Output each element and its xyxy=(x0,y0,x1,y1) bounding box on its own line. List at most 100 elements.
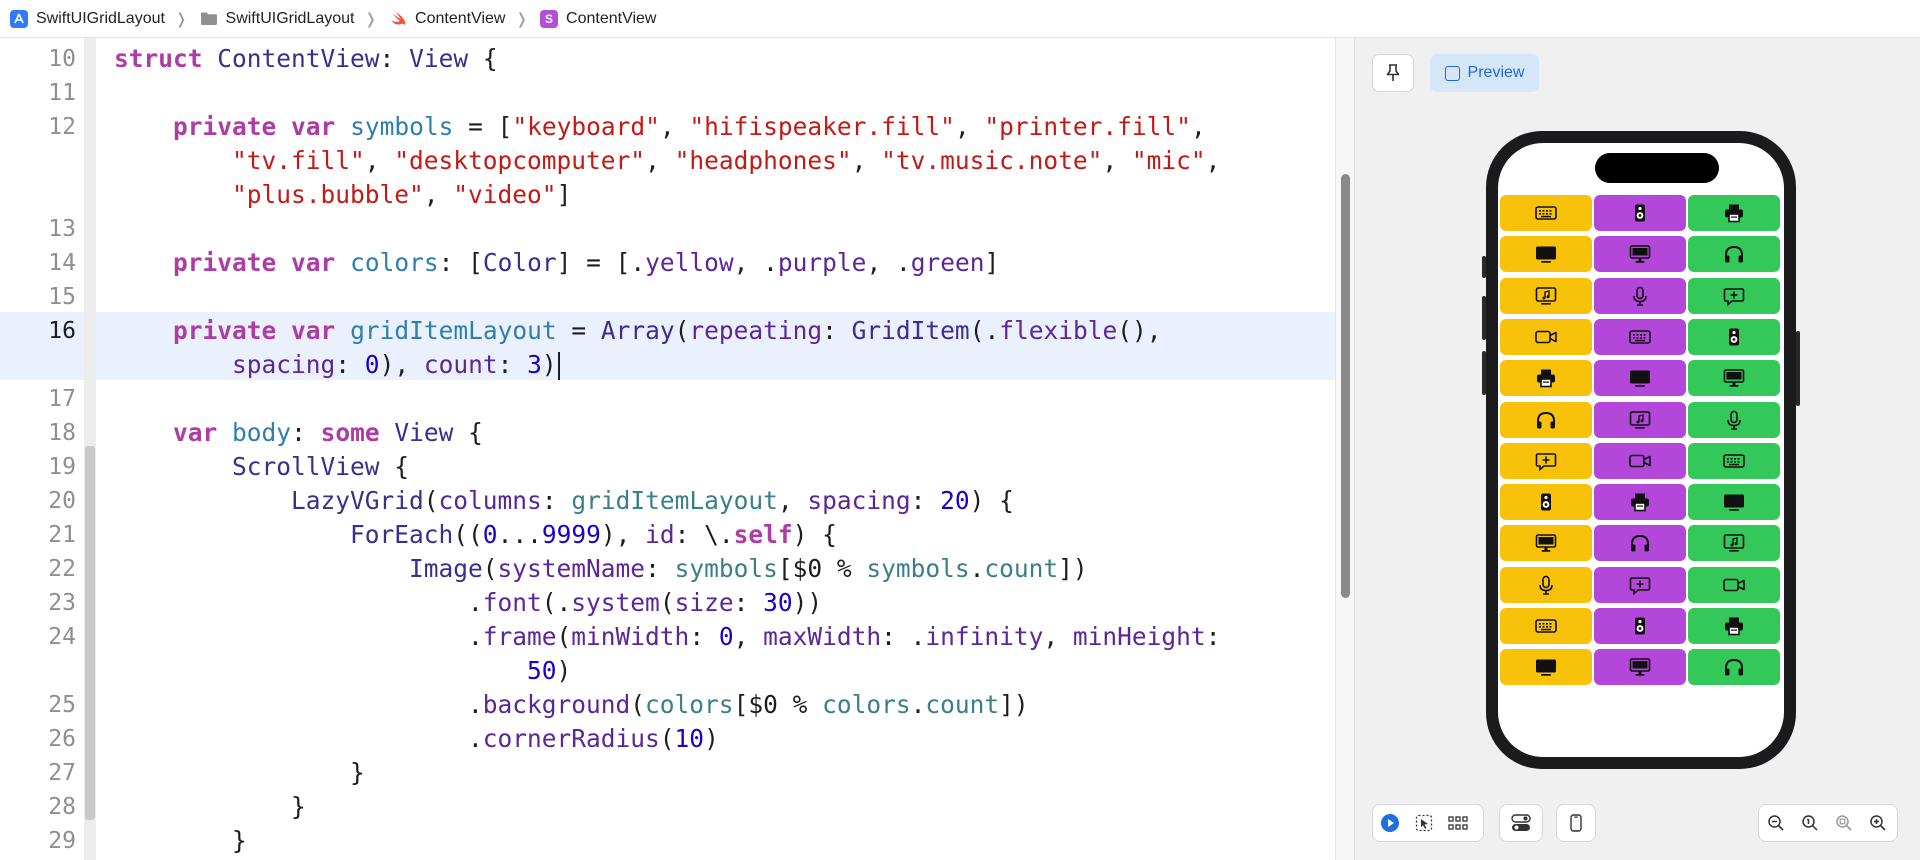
code-line[interactable]: "tv.fill", "desktopcomputer", "headphone… xyxy=(0,144,1335,178)
breadcrumb-label: SwiftUIGridLayout xyxy=(36,9,165,27)
line-number: 20 xyxy=(48,488,76,514)
tv-music-note-icon xyxy=(1535,286,1557,305)
device-settings-button[interactable] xyxy=(1500,804,1542,842)
grid-cell xyxy=(1594,236,1686,273)
code-line[interactable]: 12 private var symbols = ["keyboard", "h… xyxy=(0,110,1335,144)
iphone-icon xyxy=(1570,814,1582,832)
code-line[interactable]: 18 var body: some View { xyxy=(0,416,1335,450)
breadcrumb-item-file[interactable]: ContentView xyxy=(389,10,505,28)
video-icon xyxy=(1629,454,1651,468)
zoom-out-button[interactable] xyxy=(1759,804,1793,842)
code-line[interactable]: 10 struct ContentView: View { xyxy=(0,42,1335,76)
code-line[interactable]: 24 .frame(minWidth: 0, maxWidth: .infini… xyxy=(0,620,1335,654)
code-line[interactable]: 11 xyxy=(0,76,1335,110)
preview-label: Preview xyxy=(1467,64,1525,81)
device-picker-button[interactable] xyxy=(1557,804,1595,842)
zoom-actual-size-button[interactable] xyxy=(1793,804,1827,842)
struct-symbol-icon: S xyxy=(540,9,559,28)
code-line[interactable]: 14 private var colors: [Color] = [.yello… xyxy=(0,246,1335,280)
grid-cell xyxy=(1500,525,1592,562)
text-caret xyxy=(557,352,560,380)
video-icon xyxy=(1535,330,1557,344)
tv-fill-icon xyxy=(1536,659,1556,677)
grid-cell xyxy=(1500,484,1592,521)
grid-cell xyxy=(1594,649,1686,686)
desktopcomputer-icon xyxy=(1629,658,1651,677)
line-number: 22 xyxy=(48,556,76,582)
code-line[interactable]: 26 .cornerRadius(10) xyxy=(0,722,1335,756)
code-line[interactable]: 16 private var gridItemLayout = Array(re… xyxy=(0,314,1335,348)
breadcrumb-item-project[interactable]: SwiftUIGridLayout xyxy=(10,9,165,28)
zoom-100-icon xyxy=(1802,815,1818,831)
tv-fill-icon xyxy=(1724,494,1744,511)
code-line[interactable]: 22 Image(systemName: symbols[$0 % symbol… xyxy=(0,552,1335,586)
grid-cell xyxy=(1500,318,1592,355)
grid-cell xyxy=(1594,442,1686,479)
code-line[interactable]: 29 } xyxy=(0,824,1335,858)
line-number: 21 xyxy=(48,522,76,548)
code-line[interactable]: "plus.bubble", "video"] xyxy=(0,178,1335,212)
app-project-icon xyxy=(10,9,28,28)
canvas-settings-group xyxy=(1499,804,1543,842)
grid-cell xyxy=(1594,401,1686,438)
code-line[interactable]: 27 } xyxy=(0,756,1335,790)
code-line[interactable]: 20 LazyVGrid(columns: gridItemLayout, sp… xyxy=(0,484,1335,518)
code-editor[interactable]: 10 struct ContentView: View { 11 12 priva… xyxy=(0,38,1335,860)
volume-down-button xyxy=(1482,351,1486,395)
line-number: 29 xyxy=(48,828,76,854)
breadcrumb-label: ContentView xyxy=(415,9,506,27)
grid-cell xyxy=(1500,649,1592,686)
grid-cell xyxy=(1594,277,1686,314)
selectable-mode-button[interactable] xyxy=(1407,804,1441,842)
line-number: 17 xyxy=(48,386,76,412)
headphones-icon xyxy=(1537,411,1555,428)
grid-cell xyxy=(1500,236,1592,273)
editor-scrollbar[interactable] xyxy=(1335,38,1355,860)
hifispeaker-fill-icon xyxy=(1635,617,1645,635)
printer-fill-icon xyxy=(1725,617,1743,636)
zoom-in-button[interactable] xyxy=(1861,804,1895,842)
code-line[interactable]: 23 .font(.system(size: 30)) xyxy=(0,586,1335,620)
line-number: 26 xyxy=(48,726,76,752)
line-number: 13 xyxy=(48,216,76,242)
grid-cell xyxy=(1594,525,1686,562)
breadcrumb-item-symbol[interactable]: S ContentView xyxy=(540,9,656,28)
zoom-to-fit-button[interactable] xyxy=(1827,804,1861,842)
swift-file-icon xyxy=(389,10,407,28)
preview-icon xyxy=(1444,65,1460,81)
variants-button[interactable] xyxy=(1441,804,1475,842)
code-line[interactable]: 25 .background(colors[$0 % colors.count]… xyxy=(0,688,1335,722)
code-line[interactable]: 19 ScrollView { xyxy=(0,450,1335,484)
breadcrumb-label: SwiftUIGridLayout xyxy=(225,9,355,27)
grid-cell xyxy=(1594,360,1686,397)
scrollbar-thumb[interactable] xyxy=(1341,174,1350,598)
device-group xyxy=(1556,804,1596,842)
code-line[interactable]: 28 } xyxy=(0,790,1335,824)
grid-cell xyxy=(1688,401,1780,438)
grid-cell xyxy=(1688,566,1780,603)
tv-fill-icon xyxy=(1630,370,1650,387)
grid-cell xyxy=(1594,318,1686,355)
grid-cell xyxy=(1594,195,1686,231)
iphone-preview[interactable] xyxy=(1482,131,1800,769)
pin-preview-button[interactable] xyxy=(1372,54,1414,92)
mic-icon xyxy=(1727,410,1741,430)
tv-music-note-icon xyxy=(1723,534,1745,552)
code-line[interactable]: 17 xyxy=(0,382,1335,416)
code-line[interactable]: 21 ForEach((0...9999), id: \.self) { xyxy=(0,518,1335,552)
keyboard-icon xyxy=(1723,453,1745,468)
code-line[interactable]: 13 xyxy=(0,212,1335,246)
code-line[interactable]: spacing: 0), count: 3) xyxy=(0,348,1335,382)
live-mode-button[interactable] xyxy=(1373,804,1407,842)
line-number: 25 xyxy=(48,692,76,718)
code-line[interactable]: 50) xyxy=(0,654,1335,688)
chevron-right-icon: ❭ xyxy=(364,10,378,28)
preview-button[interactable]: Preview xyxy=(1430,54,1539,92)
breadcrumb-item-folder[interactable]: SwiftUIGridLayout xyxy=(200,9,355,28)
code-line[interactable]: 15 xyxy=(0,280,1335,314)
grid-cell xyxy=(1500,195,1592,231)
line-number: 15 xyxy=(48,284,76,310)
device-screen[interactable] xyxy=(1498,143,1784,757)
grid-cell xyxy=(1688,442,1780,479)
desktopcomputer-icon xyxy=(1723,369,1745,387)
